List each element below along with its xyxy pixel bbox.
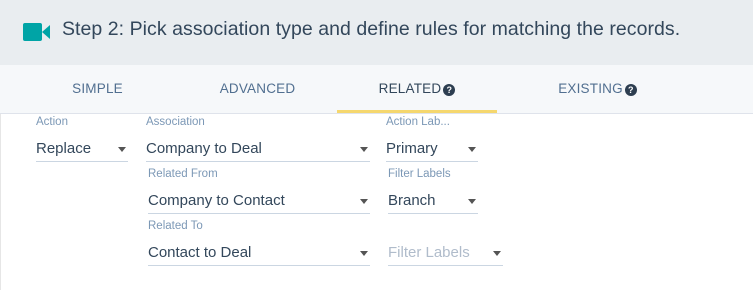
step-title: Step 2: Pick association type and define… [62, 18, 681, 40]
action-labels-value: Primary [386, 140, 438, 157]
video-camera-icon [23, 23, 50, 41]
rules-form: Action Replace Association Company to De… [0, 114, 753, 290]
related-to-value: Contact to Deal [148, 244, 252, 261]
related-from-value: Company to Contact [148, 192, 285, 209]
chevron-down-icon [360, 147, 368, 152]
filter-labels-label: Filter Labels [388, 168, 451, 180]
filter-labels-select-2[interactable]: Filter Labels [388, 240, 503, 266]
related-to-select[interactable]: Contact to Deal [148, 240, 370, 266]
association-label: Association [146, 116, 205, 128]
step-header: Step 2: Pick association type and define… [0, 0, 753, 65]
tab-advanced[interactable]: ADVANCED [187, 65, 328, 113]
tab-bar: SIMPLE ADVANCED RELATED? EXISTING? [0, 65, 753, 114]
action-value: Replace [36, 140, 92, 157]
association-value: Company to Deal [146, 140, 262, 157]
tab-simple[interactable]: SIMPLE [27, 65, 168, 113]
chevron-down-icon [468, 147, 476, 152]
related-from-label: Related From [148, 168, 218, 180]
action-select[interactable]: Replace [36, 136, 128, 162]
filter-labels-value: Branch [388, 192, 436, 209]
tab-existing-label: EXISTING [558, 81, 623, 96]
action-label: Action [36, 116, 68, 128]
action-labels-select[interactable]: Primary [386, 136, 478, 162]
chevron-down-icon [493, 251, 501, 256]
help-icon[interactable]: ? [443, 84, 456, 96]
help-icon[interactable]: ? [624, 84, 637, 96]
tab-related-label: RELATED [378, 81, 442, 96]
tab-simple-label: SIMPLE [72, 81, 123, 96]
chevron-down-icon [118, 147, 126, 152]
chevron-down-icon [360, 251, 368, 256]
chevron-down-icon [360, 199, 368, 204]
tab-existing[interactable]: EXISTING? [515, 65, 680, 113]
tab-advanced-label: ADVANCED [219, 81, 296, 96]
chevron-down-icon [468, 199, 476, 204]
filter-labels-select[interactable]: Branch [388, 188, 478, 214]
association-select[interactable]: Company to Deal [146, 136, 370, 162]
related-from-select[interactable]: Company to Contact [148, 188, 370, 214]
related-to-label: Related To [148, 220, 203, 232]
tab-related[interactable]: RELATED? [337, 65, 497, 113]
action-labels-label: Action Lab... [386, 116, 450, 128]
filter-labels-placeholder: Filter Labels [388, 244, 470, 261]
